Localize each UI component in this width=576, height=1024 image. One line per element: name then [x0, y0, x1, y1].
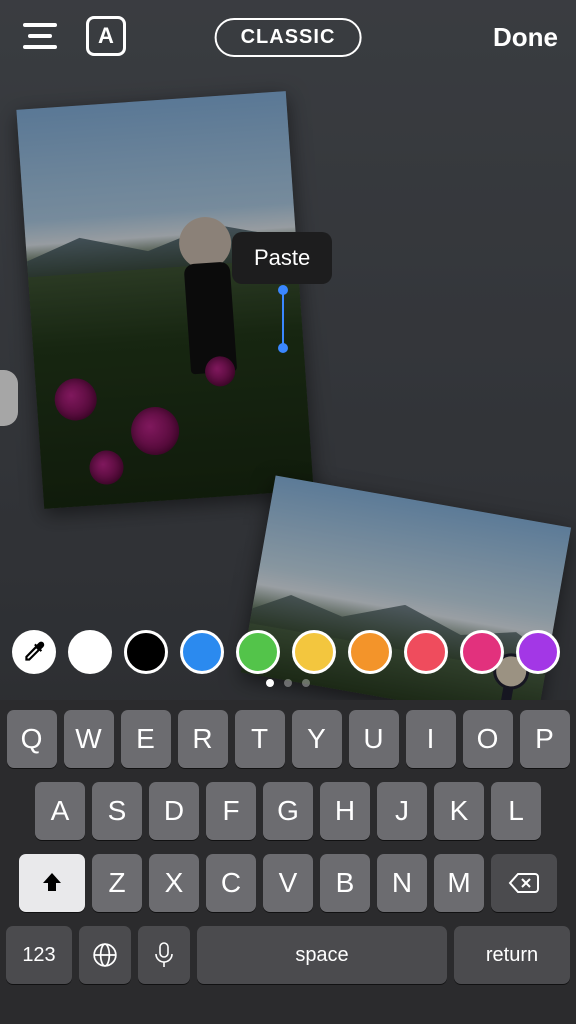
- text-style-icon[interactable]: A: [86, 16, 126, 56]
- key-a[interactable]: A: [35, 782, 85, 840]
- key-s[interactable]: S: [92, 782, 142, 840]
- story-text-editor: Paste A CLASSIC Done QW: [0, 0, 576, 1024]
- key-t[interactable]: T: [235, 710, 285, 768]
- eyedropper-button[interactable]: [12, 630, 56, 674]
- palette-page-dots: [266, 679, 310, 687]
- key-x[interactable]: X: [149, 854, 199, 912]
- color-swatch[interactable]: [404, 630, 448, 674]
- key-e[interactable]: E: [121, 710, 171, 768]
- key-l[interactable]: L: [491, 782, 541, 840]
- key-o[interactable]: O: [463, 710, 513, 768]
- key-b[interactable]: B: [320, 854, 370, 912]
- color-swatch[interactable]: [516, 630, 560, 674]
- color-swatch[interactable]: [348, 630, 392, 674]
- shift-key[interactable]: [19, 854, 85, 912]
- key-d[interactable]: D: [149, 782, 199, 840]
- editor-top-bar: A CLASSIC Done: [0, 0, 576, 72]
- return-key[interactable]: return: [454, 926, 570, 984]
- context-menu-paste[interactable]: Paste: [232, 232, 332, 284]
- numbers-key[interactable]: 123: [6, 926, 72, 984]
- key-k[interactable]: K: [434, 782, 484, 840]
- key-r[interactable]: R: [178, 710, 228, 768]
- font-style-button[interactable]: CLASSIC: [215, 18, 362, 57]
- color-swatch[interactable]: [180, 630, 224, 674]
- text-align-icon[interactable]: [20, 16, 60, 56]
- color-palette: [0, 617, 576, 687]
- ios-keyboard: QWERTYUIOP ASDFGHJKL ZXCVBNM 123: [0, 700, 576, 1024]
- color-swatch[interactable]: [124, 630, 168, 674]
- backspace-key[interactable]: [491, 854, 557, 912]
- done-button[interactable]: Done: [493, 22, 558, 53]
- dictation-key[interactable]: [138, 926, 190, 984]
- key-v[interactable]: V: [263, 854, 313, 912]
- key-y[interactable]: Y: [292, 710, 342, 768]
- key-i[interactable]: I: [406, 710, 456, 768]
- globe-key[interactable]: [79, 926, 131, 984]
- key-j[interactable]: J: [377, 782, 427, 840]
- key-f[interactable]: F: [206, 782, 256, 840]
- color-swatch[interactable]: [460, 630, 504, 674]
- key-n[interactable]: N: [377, 854, 427, 912]
- key-q[interactable]: Q: [7, 710, 57, 768]
- space-key[interactable]: space: [197, 926, 447, 984]
- key-p[interactable]: P: [520, 710, 570, 768]
- key-g[interactable]: G: [263, 782, 313, 840]
- text-caret: [282, 290, 284, 348]
- color-swatch[interactable]: [236, 630, 280, 674]
- color-swatch[interactable]: [292, 630, 336, 674]
- key-m[interactable]: M: [434, 854, 484, 912]
- color-swatch[interactable]: [68, 630, 112, 674]
- key-h[interactable]: H: [320, 782, 370, 840]
- key-w[interactable]: W: [64, 710, 114, 768]
- key-z[interactable]: Z: [92, 854, 142, 912]
- key-c[interactable]: C: [206, 854, 256, 912]
- key-u[interactable]: U: [349, 710, 399, 768]
